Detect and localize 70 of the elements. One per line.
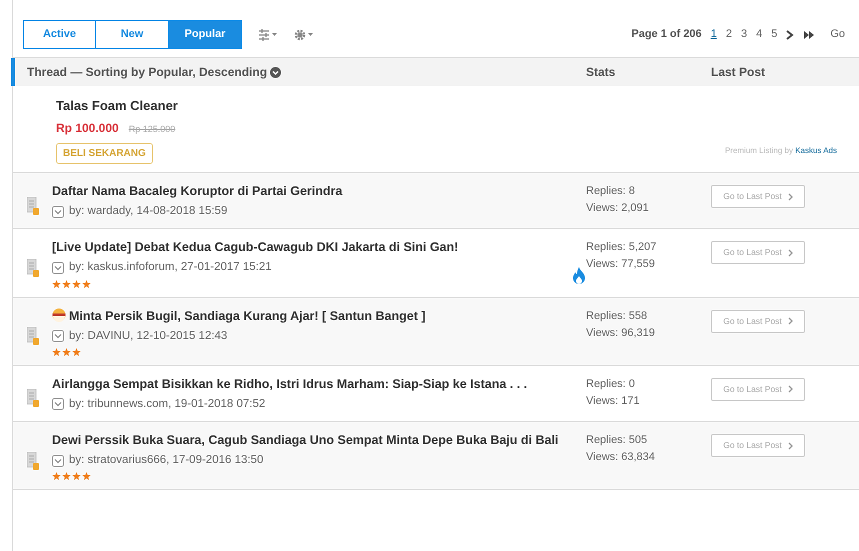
star-icon [62, 472, 71, 482]
thread-title[interactable]: [Live Update] Debat Kedua Cagub-Cawagub DKI Jakarta di Sini Gan! [52, 239, 478, 256]
thread-author: by: kaskus.infoforum, 27-01-2017 15:21 [69, 260, 272, 276]
star-icon [52, 472, 61, 482]
page-link[interactable]: 3 [740, 26, 748, 43]
dropdown-toggle-icon[interactable] [52, 206, 64, 218]
tab[interactable]: Active [23, 20, 96, 49]
chevron-circle-icon[interactable] [270, 66, 282, 78]
document-icon [26, 389, 38, 408]
ad-title[interactable]: Talas Foam Cleaner [56, 96, 178, 116]
view-count: Views: 2,091 [586, 201, 650, 216]
thread-author: by: tribunnews.com, 19-01-2018 07:52 [69, 396, 266, 412]
column-header: Thread — Sorting by Popular, Descending [27, 64, 268, 81]
page-link[interactable]: 4 [756, 26, 762, 43]
document-icon [26, 196, 38, 215]
reply-count: Replies: 505 [586, 433, 648, 448]
page-link[interactable]: 5 [771, 26, 778, 43]
filter-dropdown-icon[interactable] [258, 28, 278, 40]
last-page-icon[interactable] [803, 30, 816, 40]
star-icon [72, 280, 81, 288]
reply-count: Replies: 0 [586, 376, 636, 392]
dropdown-toggle-icon[interactable] [52, 330, 64, 342]
tab[interactable]: New [96, 20, 169, 49]
star-icon [62, 348, 71, 357]
star-icon [52, 280, 61, 288]
column-header: Last Post [711, 64, 766, 81]
star-icon [72, 472, 81, 482]
star-icon [82, 280, 91, 288]
column-header: Stats [586, 64, 616, 81]
dropdown-toggle-icon[interactable] [52, 262, 64, 274]
reply-count: Replies: 558 [586, 308, 648, 324]
star-icon [72, 348, 81, 357]
view-count: Views: 96,319 [586, 326, 656, 340]
page-summary: Page 1 of 206 [631, 27, 702, 42]
chevron-right-icon [788, 248, 793, 257]
ad-old-price: Rp 125.000 [128, 122, 176, 136]
star-icon [52, 348, 61, 357]
go-link[interactable]: Go [830, 26, 845, 43]
dropdown-toggle-icon[interactable] [52, 454, 64, 467]
document-icon [26, 452, 38, 470]
page-link[interactable]: 1 [710, 26, 717, 43]
ad-price: Rp 100.000 [56, 120, 119, 136]
thread-title[interactable]: Dewi Perssik Buka Suara, Cagub Sandiaga Uno Sempat Minta Depe Buka Baju di Bali [52, 432, 578, 449]
chevron-right-icon [788, 442, 793, 450]
thread-title[interactable]: Minta Persik Bugil, Sandiaga Kurang Ajar! [ Santun Banget ] [69, 308, 446, 324]
chevron-right-icon [788, 317, 793, 325]
dropdown-toggle-icon[interactable] [52, 398, 64, 410]
thread-title[interactable]: Daftar Nama Bacaleg Koruptor di Partai Gerindra [52, 183, 362, 200]
accent-bar [11, 58, 15, 86]
thread-author: by: stratovarius666, 17-09-2016 13:50 [69, 453, 264, 468]
view-count: Views: 171 [586, 394, 641, 409]
view-count: Views: 63,834 [586, 450, 656, 465]
settings-dropdown-icon[interactable] [294, 28, 314, 40]
star-icon [82, 472, 91, 482]
ad-credit-link[interactable]: Kaskus Ads [795, 146, 837, 155]
next-page-icon[interactable] [786, 30, 794, 40]
document-icon [26, 258, 38, 277]
thread-author: by: DAVINU, 12-10-2015 12:43 [69, 328, 228, 344]
ad-credit: Premium Listing by Kaskus Ads [724, 145, 837, 157]
star-icon [62, 280, 71, 288]
page-link[interactable]: 2 [726, 26, 732, 43]
chevron-right-icon [788, 192, 793, 200]
tab[interactable]: Popular [169, 20, 242, 49]
thread-author: by: wardady, 14-08-2018 15:59 [69, 204, 228, 219]
thread-title[interactable]: Airlangga Sempat Bisikkan ke Ridho, Istri Idrus Marham: Siap-Siap ke Istana . . . [52, 376, 548, 393]
view-count: Views: 77,559 [586, 257, 656, 272]
chevron-right-icon [788, 385, 793, 394]
reply-count: Replies: 5,207 [586, 240, 658, 256]
reply-count: Replies: 8 [586, 184, 636, 199]
document-icon [26, 327, 38, 346]
